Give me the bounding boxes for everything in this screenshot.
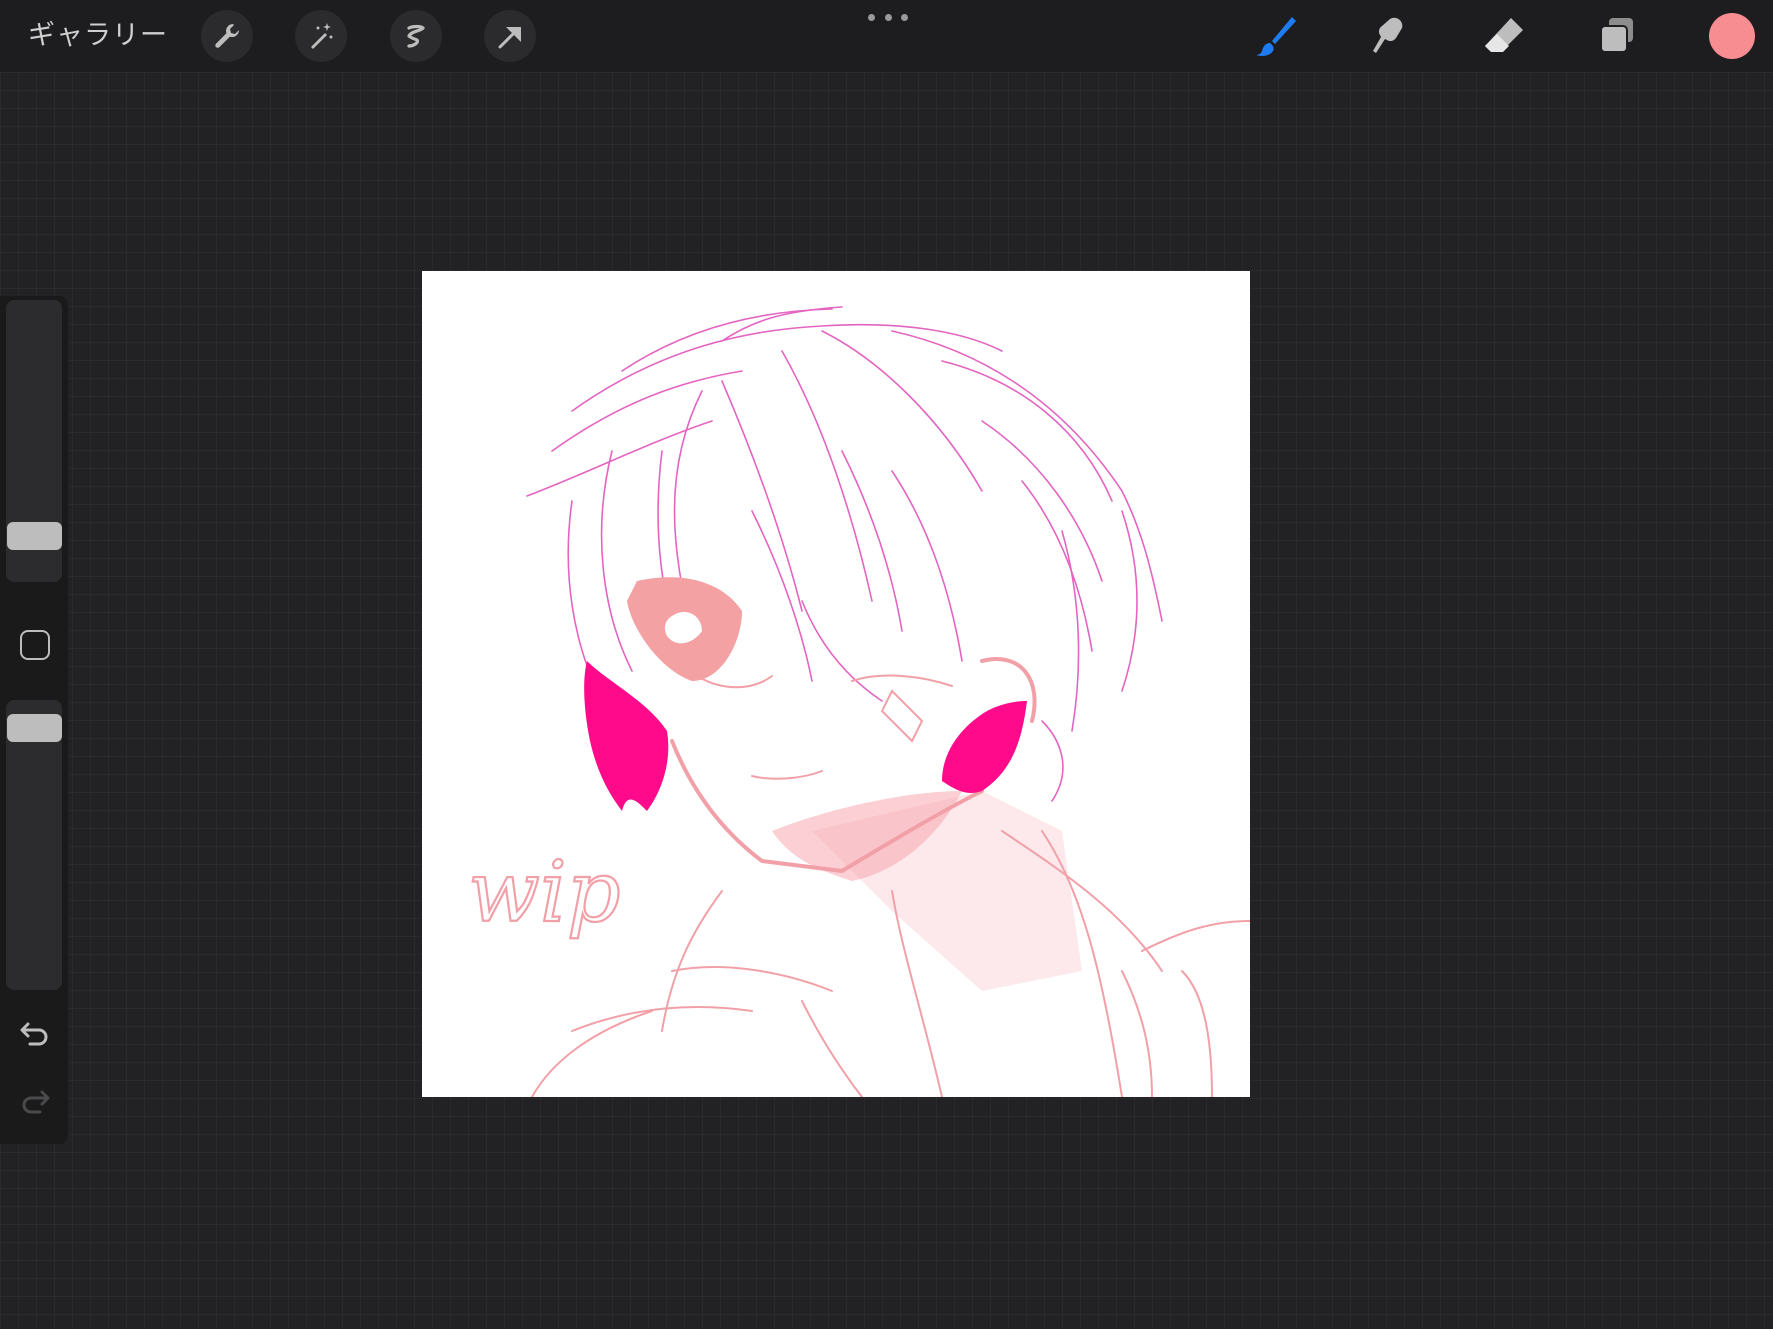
drawing-canvas[interactable]: wip <box>422 271 1250 1097</box>
transform-button[interactable] <box>484 10 536 62</box>
color-picker-button[interactable] <box>1709 13 1755 59</box>
layers-icon <box>1600 18 1633 53</box>
actions-button[interactable] <box>201 10 253 62</box>
magic-wand-icon <box>311 23 333 49</box>
smudge-icon <box>1373 17 1403 53</box>
top-toolbar: ギャラリー <box>0 0 1773 72</box>
sketch-artwork: wip <box>467 306 1250 1097</box>
brush-size-handle[interactable] <box>7 522 62 550</box>
opacity-slider[interactable] <box>6 700 62 990</box>
eraser-button[interactable] <box>1476 8 1532 64</box>
layers-button[interactable] <box>1590 8 1646 64</box>
selection-icon <box>407 24 425 48</box>
brush-button[interactable] <box>1247 8 1303 64</box>
wip-handwriting: wip <box>468 843 621 941</box>
selection-button[interactable] <box>390 10 442 62</box>
wrench-icon <box>215 24 240 48</box>
gallery-button[interactable]: ギャラリー <box>28 18 168 54</box>
more-options-dots[interactable] <box>868 10 908 24</box>
modify-square-icon[interactable] <box>20 630 50 660</box>
undo-icon[interactable] <box>18 1016 52 1050</box>
smudge-button[interactable] <box>1361 8 1417 64</box>
brush-icon <box>1256 17 1296 56</box>
adjustments-button[interactable] <box>295 10 347 62</box>
left-sidebar <box>0 296 68 1144</box>
move-arrow-icon <box>498 27 521 49</box>
opacity-handle[interactable] <box>7 714 62 742</box>
redo-icon[interactable] <box>18 1084 52 1118</box>
eraser-icon <box>1485 18 1523 52</box>
